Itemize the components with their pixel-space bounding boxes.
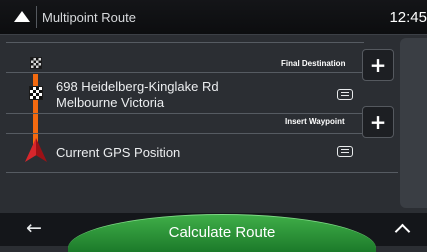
insert-waypoint-label: Insert Waypoint [285, 117, 345, 126]
back-icon[interactable] [14, 11, 30, 22]
row-divider [6, 72, 362, 73]
row-divider [6, 113, 362, 114]
gps-position-icon [25, 138, 47, 162]
top-bar: Multipoint Route 12:45 [0, 0, 427, 35]
calculate-route-label: Calculate Route [168, 224, 276, 241]
start-flag-icon [30, 57, 42, 69]
destination-address-line1: 698 Heidelberg-Kinglake Rd [56, 79, 219, 94]
destination-flag-icon [29, 86, 43, 100]
page-title: Multipoint Route [42, 10, 136, 25]
final-destination-label: Final Destination [281, 59, 346, 68]
destination-address[interactable]: 698 Heidelberg-Kinglake Rd Melbourne Vic… [56, 79, 219, 111]
scrollbar[interactable] [400, 38, 427, 208]
row-divider [6, 42, 364, 43]
insert-waypoint-button[interactable]: + [362, 106, 394, 138]
add-destination-button[interactable]: + [362, 49, 394, 81]
origin-label[interactable]: Current GPS Position [56, 145, 180, 160]
row-divider [6, 172, 398, 173]
destination-details-icon[interactable] [337, 89, 353, 100]
back-arrow-icon[interactable]: ← [26, 217, 42, 239]
title-divider [36, 6, 37, 28]
destination-address-line2: Melbourne Victoria [56, 95, 165, 110]
clock: 12:45 [389, 9, 427, 26]
origin-details-icon[interactable] [337, 146, 353, 157]
row-divider [6, 133, 362, 134]
